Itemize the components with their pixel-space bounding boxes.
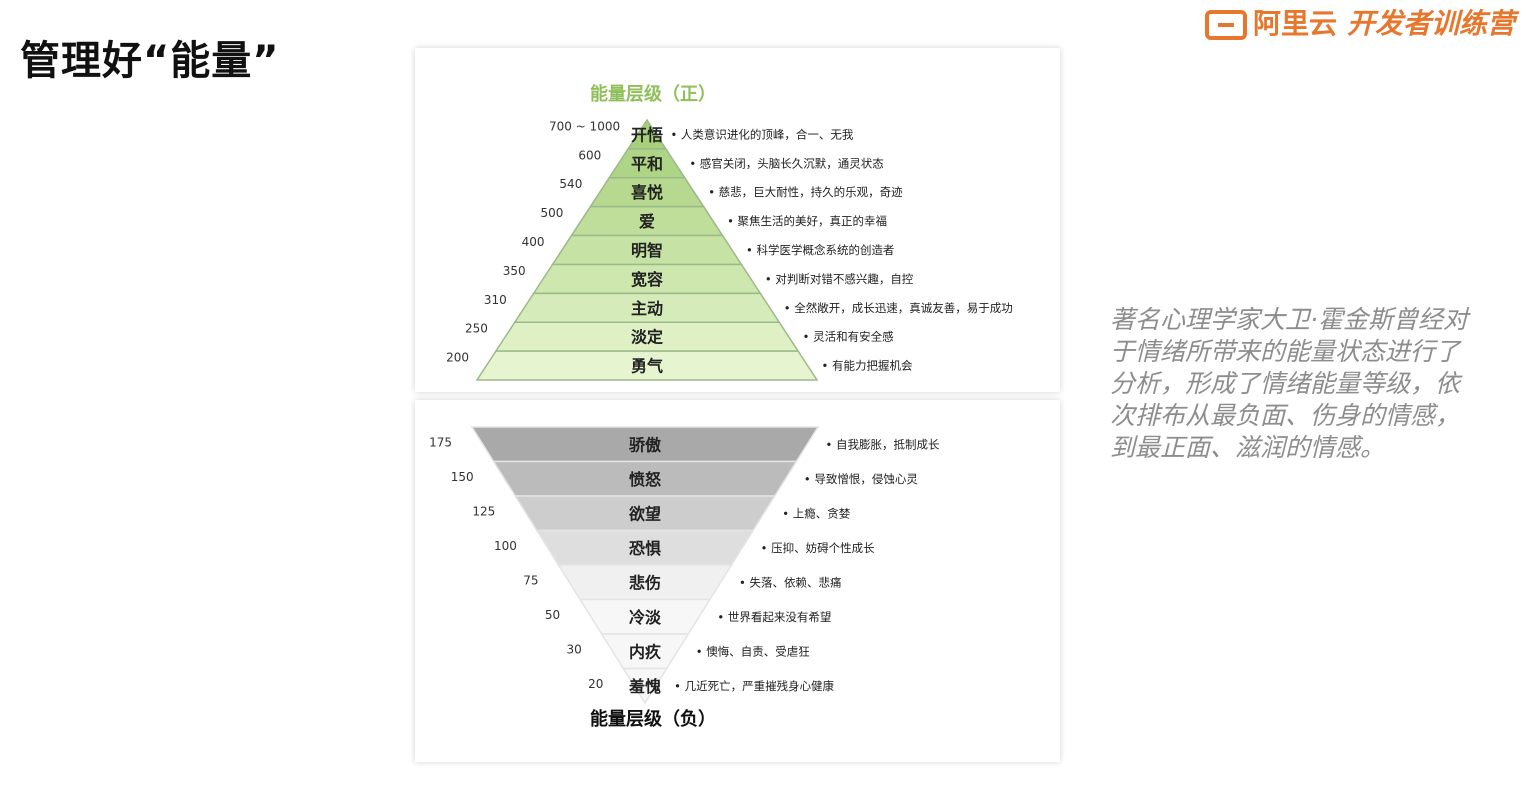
level-value: 700 ~ 1000 xyxy=(549,119,620,133)
level-name: 喜悦 xyxy=(631,183,663,202)
level-value: 350 xyxy=(503,264,526,278)
level-description: • 感官关闭，头脑长久沉默，通灵状态 xyxy=(689,156,884,170)
level-value: 310 xyxy=(484,293,507,307)
level-value: 400 xyxy=(522,235,545,249)
level-description: • 自我膨胀，抵制成长 xyxy=(826,437,940,451)
level-description: • 失落、依赖、悲痛 xyxy=(739,575,841,589)
level-description: • 几近死亡，严重摧残身心健康 xyxy=(674,679,834,693)
level-description: • 对判断对错不感兴趣，自控 xyxy=(765,272,914,286)
level-name: 淡定 xyxy=(631,328,663,347)
level-value: 150 xyxy=(451,470,474,484)
level-name: 恐惧 xyxy=(629,539,661,558)
logo-program: 开发者训练营 xyxy=(1347,7,1516,40)
level-name: 宽容 xyxy=(631,270,663,289)
level-description: • 导致憎恨，侵蚀心灵 xyxy=(804,472,918,486)
level-value: 600 xyxy=(578,148,601,162)
level-description: • 全然敞开，成长迅速，真诚友善，易于成功 xyxy=(784,301,1013,315)
level-description: • 科学医学概念系统的创造者 xyxy=(746,243,894,257)
level-name: 开悟 xyxy=(631,125,663,144)
level-name: 爱 xyxy=(639,212,655,231)
level-description: • 懊悔、自责、受虐狂 xyxy=(696,644,810,658)
level-value: 100 xyxy=(494,539,517,553)
aliyun-logo: 阿里云 开发者训练营 xyxy=(1205,2,1515,42)
level-name: 骄傲 xyxy=(629,435,662,454)
level-value: 30 xyxy=(566,642,581,656)
level-value: 175 xyxy=(429,435,452,449)
level-value: 200 xyxy=(446,351,469,365)
level-value: 20 xyxy=(588,677,603,691)
level-value: 125 xyxy=(472,504,495,518)
level-value: 540 xyxy=(559,177,582,191)
positive-pyramid: 开悟 700 ~ 1000 • 人类意识进化的顶峰，合一、无我平和 600 • 感官关闭… xyxy=(446,83,1013,381)
negative-energy-panel: 骄傲 175 • 自我膨胀，抵制成长愤怒 150 • 导致憎恨，侵蚀心灵欲望 125 • 上… xyxy=(415,400,1060,762)
level-name: 愤怒 xyxy=(629,470,661,489)
aliyun-bracket-icon xyxy=(1205,10,1247,40)
level-description: • 聚焦生活的美好，真正的幸福 xyxy=(727,214,887,228)
pyramid-title: 能量层级（正） xyxy=(590,83,716,105)
pyramid-title: 能量层级（负） xyxy=(590,708,716,730)
negative-pyramid: 骄傲 175 • 自我膨胀，抵制成长愤怒 150 • 导致憎恨，侵蚀心灵欲望 125 • 上… xyxy=(429,426,940,730)
level-description: • 慈悲，巨大耐性，持久的乐观，奇迹 xyxy=(708,185,903,199)
level-name: 平和 xyxy=(631,154,663,173)
level-name: 内疚 xyxy=(629,642,662,661)
level-value: 75 xyxy=(523,573,538,587)
level-description: • 上瘾、贪婪 xyxy=(782,506,850,520)
level-name: 羞愧 xyxy=(628,677,661,696)
level-description: • 有能力把握机会 xyxy=(822,359,913,373)
level-name: 勇气 xyxy=(631,357,663,376)
description-text: 著名心理学家大卫·霍金斯曾经对于情绪所带来的能量状态进行了分析，形成了情绪能量等… xyxy=(1110,305,1468,462)
logo-brand: 阿里云 xyxy=(1253,7,1338,40)
level-value: 50 xyxy=(545,608,560,622)
level-description: • 灵活和有安全感 xyxy=(803,330,894,344)
level-name: 冷淡 xyxy=(629,608,662,627)
level-name: 悲伤 xyxy=(629,573,661,592)
level-description: • 人类意识进化的顶峰，合一、无我 xyxy=(670,127,853,141)
level-value: 500 xyxy=(541,206,564,220)
level-name: 欲望 xyxy=(628,504,661,523)
positive-energy-panel: 开悟 700 ~ 1000 • 人类意识进化的顶峰，合一、无我 平和 600 • 感官关闭… xyxy=(415,48,1060,392)
slide-title: 管理好“能量” xyxy=(20,38,280,84)
level-name: 主动 xyxy=(631,299,663,318)
level-name: 明智 xyxy=(631,241,663,260)
level-value: 250 xyxy=(465,322,488,336)
level-description: • 世界看起来没有希望 xyxy=(717,610,831,624)
level-description: • 压抑、妨碍个性成长 xyxy=(761,541,875,555)
